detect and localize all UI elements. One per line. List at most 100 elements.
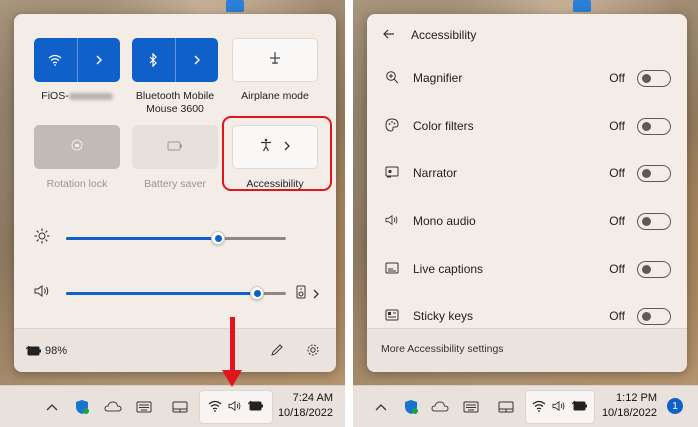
acc-item-label: Color filters: [413, 119, 474, 133]
quick-settings-footer: 98%: [14, 328, 336, 372]
clock-time: 1:12 PM: [616, 392, 657, 404]
narrator-toggle[interactable]: [637, 164, 671, 182]
acc-item-state: Off: [609, 166, 625, 180]
acc-item-live-captions[interactable]: Live captions Off: [381, 258, 671, 280]
tray-volume-icon: [552, 400, 566, 415]
settings-gear-icon[interactable]: [306, 343, 320, 362]
audio-output-speaker-icon[interactable]: [296, 285, 306, 304]
wifi-tile[interactable]: [34, 38, 120, 82]
bluetooth-expand-chevron-icon[interactable]: [176, 38, 219, 82]
clock-time: 7:24 AM: [292, 392, 333, 404]
magnifier-toggle[interactable]: [637, 69, 671, 87]
battery-saver-label: Battery saver: [144, 178, 206, 190]
sticky-keys-toggle[interactable]: [637, 307, 671, 325]
acc-item-state: Off: [609, 262, 625, 276]
airplane-icon: [268, 51, 282, 70]
rotation-lock-tile[interactable]: [34, 125, 120, 169]
brightness-slider-fill: [66, 237, 218, 240]
color-filters-toggle[interactable]: [637, 117, 671, 135]
tray-wifi-icon: [532, 400, 546, 415]
tray-battery-icon: [247, 400, 264, 415]
red-arrow-shaft: [230, 317, 235, 373]
bluetooth-tile-label: Bluetooth Mobile Mouse 3600: [135, 90, 215, 115]
desktop-icon-fragment: [226, 0, 244, 12]
wifi-icon[interactable]: [34, 38, 78, 82]
mono-audio-icon: [381, 214, 403, 229]
acc-item-color-filters[interactable]: Color filters Off: [381, 115, 671, 137]
clock-date: 10/18/2022: [601, 407, 657, 419]
rotation-lock-label: Rotation lock: [46, 178, 108, 190]
battery-percentage: 98%: [45, 345, 68, 357]
battery-saver-tile[interactable]: [132, 125, 218, 169]
show-hidden-icons-chevron-icon[interactable]: [46, 397, 58, 417]
volume-slider-fill: [66, 292, 257, 295]
battery-saver-icon: [167, 138, 183, 156]
brightness-sun-icon: [34, 228, 50, 249]
acc-item-magnifier[interactable]: Magnifier Off: [381, 67, 671, 89]
narrator-icon: [381, 165, 403, 182]
volume-slider-row: [34, 283, 324, 303]
onedrive-cloud-icon[interactable]: [104, 397, 122, 417]
magnifier-icon: [381, 70, 403, 87]
volume-slider-thumb[interactable]: [250, 286, 264, 300]
quick-settings-flyout: FiOS- Bluetooth Mobile Mouse 3600 Airpla…: [14, 14, 336, 372]
wifi-expand-chevron-icon[interactable]: [78, 38, 121, 82]
image-divider: [345, 0, 353, 427]
acc-item-sticky-keys[interactable]: Sticky keys Off: [381, 305, 671, 327]
brightness-slider-thumb[interactable]: [211, 231, 225, 245]
redacted-network-name: [68, 92, 113, 100]
tray-volume-icon: [228, 400, 242, 415]
rotation-lock-icon: [70, 138, 84, 157]
show-hidden-icons-chevron-icon[interactable]: [375, 397, 387, 417]
edit-pencil-icon[interactable]: [270, 343, 284, 362]
acc-item-state: Off: [609, 71, 625, 85]
acc-item-label: Narrator: [413, 166, 458, 180]
tray-battery-icon: [571, 400, 588, 415]
bluetooth-tile[interactable]: [132, 38, 218, 82]
wifi-tile-label: FiOS-: [22, 90, 132, 103]
volume-slider[interactable]: [66, 286, 286, 300]
system-tray-quick-settings-button[interactable]: [525, 390, 595, 424]
acc-item-narrator[interactable]: Narrator Off: [381, 162, 671, 184]
acc-item-mono-audio[interactable]: Mono audio Off: [381, 210, 671, 232]
taskbar-right: 1:12 PM 10/18/2022 1: [353, 385, 698, 427]
accessibility-flyout: Accessibility Magnifier Off Color filter…: [367, 14, 687, 372]
system-tray-quick-settings-button[interactable]: [199, 390, 273, 424]
tray-wifi-icon: [208, 400, 222, 415]
accessibility-title: Accessibility: [411, 28, 477, 42]
taskbar-clock-right[interactable]: 1:12 PM 10/18/2022: [601, 391, 657, 421]
left-screenshot: FiOS- Bluetooth Mobile Mouse 3600 Airpla…: [0, 0, 345, 427]
accessibility-highlight-box: [222, 116, 332, 191]
touch-keyboard-icon[interactable]: [463, 397, 479, 417]
accessibility-footer: More Accessibility settings: [367, 328, 687, 372]
taskbar-left: 7:24 AM 10/18/2022: [0, 385, 345, 427]
onedrive-cloud-icon[interactable]: [431, 397, 449, 417]
windows-security-shield-icon[interactable]: [403, 397, 419, 417]
sticky-keys-icon: [381, 309, 403, 324]
airplane-mode-tile[interactable]: [232, 38, 318, 82]
acc-item-label: Magnifier: [413, 71, 463, 85]
bluetooth-icon[interactable]: [132, 38, 176, 82]
live-captions-toggle[interactable]: [637, 260, 671, 278]
audio-output-chevron-icon[interactable]: [312, 286, 320, 304]
notification-count-badge[interactable]: 1: [667, 398, 683, 414]
taskbar-clock-left[interactable]: 7:24 AM 10/18/2022: [277, 391, 333, 421]
live-captions-icon: [381, 262, 403, 277]
brightness-slider[interactable]: [66, 231, 286, 245]
acc-item-label: Mono audio: [413, 214, 476, 228]
volume-icon[interactable]: [34, 284, 50, 303]
windows-security-shield-icon[interactable]: [74, 397, 90, 417]
right-screenshot: Accessibility Magnifier Off Color filter…: [353, 0, 698, 427]
red-arrow-head: [222, 370, 242, 387]
touch-keyboard-icon[interactable]: [136, 397, 152, 417]
battery-icon[interactable]: [25, 344, 42, 362]
clock-date: 10/18/2022: [277, 407, 333, 419]
touchpad-icon[interactable]: [172, 397, 188, 417]
more-accessibility-settings-link[interactable]: More Accessibility settings: [381, 343, 504, 355]
acc-item-state: Off: [609, 119, 625, 133]
back-arrow-icon[interactable]: [383, 28, 395, 42]
mono-audio-toggle[interactable]: [637, 212, 671, 230]
acc-item-label: Live captions: [413, 262, 484, 276]
touchpad-icon[interactable]: [498, 397, 514, 417]
brightness-slider-row: [34, 228, 324, 248]
